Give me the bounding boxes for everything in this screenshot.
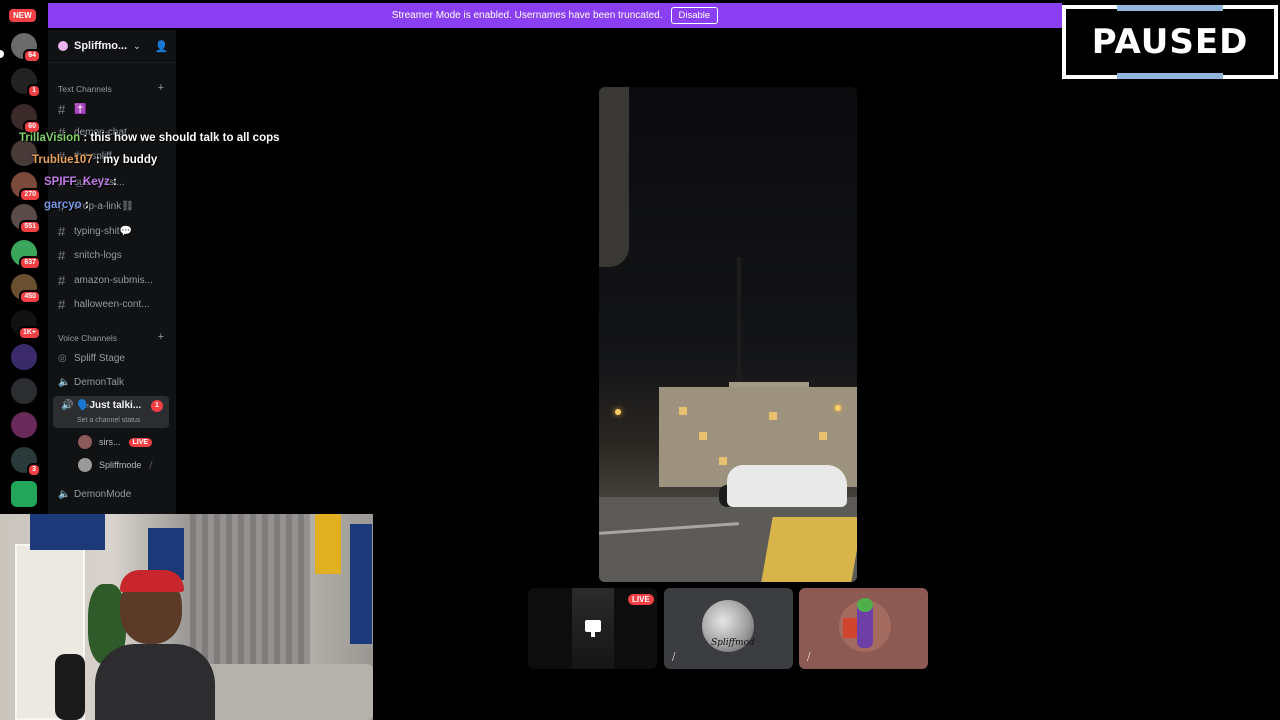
deafen-icon: ⧸ — [807, 652, 811, 663]
deafen-icon: ⧸ — [672, 652, 676, 663]
chevron-down-icon[interactable]: ⌄ — [133, 41, 141, 52]
new-badge: NEW — [9, 9, 36, 22]
streamer-body — [95, 644, 215, 720]
microphone — [55, 654, 85, 720]
server-icon[interactable]: 270 — [11, 172, 41, 202]
video-foreground — [599, 87, 629, 267]
voice-member[interactable]: Spliffmode ⧸ — [78, 457, 152, 473]
server-icon[interactable] — [11, 344, 37, 370]
poster — [30, 514, 105, 550]
voice-member[interactable]: sirs... LIVE — [78, 434, 153, 450]
deafen-icon: ⧸ — [149, 459, 153, 470]
poster — [350, 524, 372, 644]
server-icon[interactable] — [11, 481, 37, 507]
server-icon[interactable]: 1K+ — [11, 310, 41, 340]
channel-status[interactable]: Set a channel status — [77, 417, 140, 424]
server-header[interactable]: Spliffmo... ⌄ 👤 — [48, 30, 176, 63]
stage-icon: ◎ — [58, 352, 67, 364]
speaker-icon: 🔈 — [58, 376, 71, 388]
avatar — [78, 435, 92, 449]
channel-item[interactable]: # snitch-logs — [58, 246, 122, 264]
chat-message: : this how we should talk to all cops — [83, 132, 280, 144]
live-badge: LIVE — [128, 437, 153, 447]
server-icon[interactable]: 1 — [11, 68, 41, 98]
server-icon[interactable] — [11, 412, 37, 438]
participant-tile[interactable]: Spliffmod ⧸ — [664, 588, 793, 669]
paused-label: PAUSED — [1091, 22, 1249, 62]
chat-message: : — [84, 199, 89, 211]
voice-channel[interactable]: 🔈 DemonMode — [58, 485, 131, 503]
poster — [315, 514, 341, 574]
voice-channels-category[interactable]: Voice Channels — [58, 333, 117, 343]
add-member-icon[interactable]: 👤 — [155, 40, 169, 53]
chat-line: SPIFF_Keyz : — [44, 176, 117, 188]
voice-channel[interactable]: 🔈 DemonTalk — [58, 373, 124, 391]
add-channel-icon[interactable]: + — [158, 82, 164, 94]
add-channel-icon[interactable]: + — [158, 331, 164, 343]
chat-username: garcyo — [44, 199, 82, 211]
active-voice-channel[interactable]: 🔊 🗣️Just talki... 1 Set a channel status — [53, 396, 169, 428]
hash-icon: # — [58, 272, 66, 288]
speaker-icon: 🔈 — [58, 488, 71, 500]
couch — [200, 664, 373, 720]
hash-icon: # — [58, 101, 66, 117]
curb — [761, 517, 857, 582]
police-car — [727, 465, 847, 507]
voice-channel-name: 🗣️Just talki... — [77, 400, 142, 411]
unread-pill — [0, 50, 4, 58]
server-icon — [58, 41, 68, 51]
server-name: Spliffmo... — [74, 40, 128, 52]
streamer-cap — [120, 570, 184, 592]
channel-item[interactable]: # halloween-cont... — [58, 295, 150, 313]
channel-item[interactable]: # typing-shit💬 — [58, 222, 132, 240]
avatar — [78, 458, 92, 472]
stage-channel[interactable]: ◎ Spliff Stage — [58, 349, 125, 367]
chat-line: TrillaVision : this how we should talk t… — [19, 132, 280, 144]
stream-video[interactable] — [599, 87, 857, 582]
server-icon[interactable]: 60 — [11, 104, 41, 134]
chat-message: : my buddy — [95, 154, 158, 166]
channel-sidebar: Spliffmo... ⌄ 👤 Text Channels + # ✝️ # dem… — [48, 30, 176, 514]
server-icon[interactable]: 450 — [11, 274, 41, 304]
server-icon[interactable]: 64 — [11, 33, 41, 63]
channel-item[interactable]: # amazon-submis... — [58, 271, 153, 289]
chat-username: SPIFF_Keyz — [44, 176, 110, 188]
speaker-icon: 🔊 — [61, 400, 74, 411]
server-icon[interactable]: 3 — [11, 447, 41, 477]
mention-badge: 1 — [151, 400, 163, 412]
chat-message: : — [113, 176, 117, 188]
avatar-signature: Spliffmod — [711, 638, 755, 648]
paused-overlay: PAUSED — [1062, 5, 1278, 79]
channel-item[interactable]: # ✝️ — [58, 100, 86, 118]
banner-message: Streamer Mode is enabled. Usernames have… — [391, 10, 663, 21]
chat-line: Trublue107 : my buddy — [32, 154, 157, 166]
paused-bar-top — [1117, 5, 1223, 11]
server-icon[interactable]: 637 — [11, 240, 41, 270]
paused-bar-bottom — [1117, 73, 1223, 79]
disable-button[interactable]: Disable — [670, 7, 719, 24]
hash-icon: # — [58, 223, 66, 239]
server-icon[interactable] — [11, 378, 37, 404]
participant-tile-screenshare[interactable]: LIVE — [528, 588, 657, 669]
streamer-mode-banner: Streamer Mode is enabled. Usernames have… — [48, 3, 1062, 28]
text-channels-category[interactable]: Text Channels — [58, 84, 112, 94]
server-icon[interactable]: 551 — [11, 204, 41, 234]
chat-username: Trublue107 — [32, 154, 93, 166]
chat-line: garcyo : — [44, 199, 89, 211]
participant-tile[interactable]: ⧸ — [799, 588, 928, 669]
chat-username: TrillaVision — [19, 132, 81, 144]
hash-icon: # — [58, 247, 66, 263]
live-badge: LIVE — [628, 594, 654, 605]
monitor-icon — [585, 620, 601, 632]
webcam-overlay — [0, 514, 373, 720]
hash-icon: # — [58, 296, 66, 312]
